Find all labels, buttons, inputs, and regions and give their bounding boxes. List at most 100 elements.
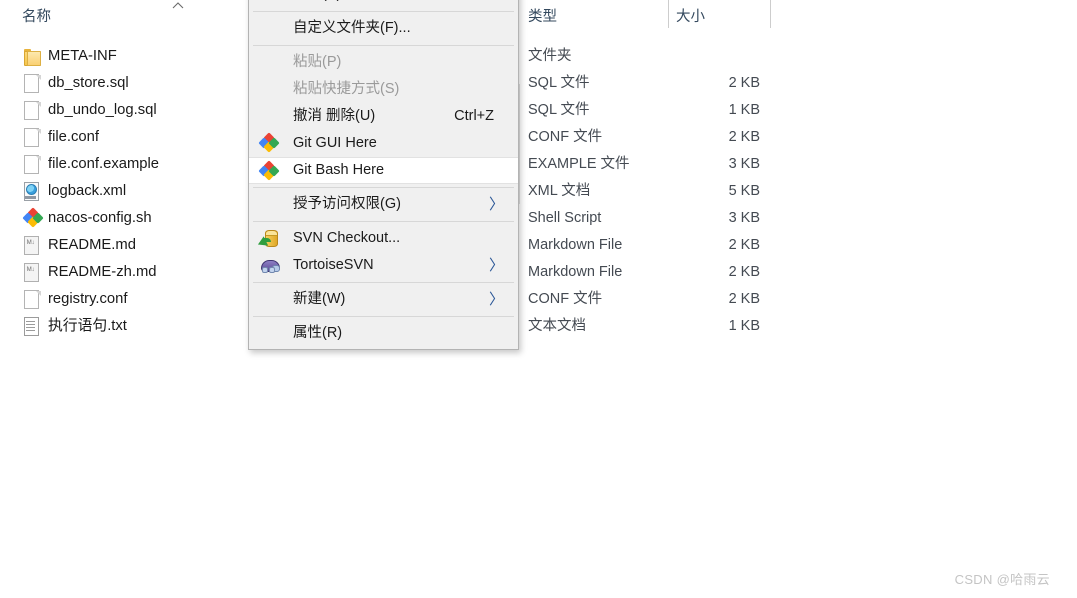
file-row[interactable]: db_undo_log.sql SQL 文件 1 KB bbox=[0, 97, 1077, 124]
sort-ascending-chevron-icon bbox=[171, 0, 185, 12]
file-type: Markdown File bbox=[528, 264, 623, 280]
file-name: file.conf.example bbox=[48, 156, 160, 172]
xml-icon bbox=[24, 182, 42, 201]
file-type: Shell Script bbox=[528, 210, 602, 226]
file-size: 2 KB bbox=[728, 237, 760, 253]
file-row[interactable]: M↓ README-zh.md Markdown File 2 KB bbox=[0, 259, 1077, 286]
file-icon bbox=[24, 74, 42, 93]
folder-icon bbox=[24, 49, 42, 68]
file-row[interactable]: 执行语句.txt 文本文档 1 KB bbox=[0, 313, 1077, 340]
file-type: Markdown File bbox=[528, 237, 623, 253]
menu-item-label: 新建(W) bbox=[293, 291, 346, 307]
file-size: 1 KB bbox=[728, 318, 760, 334]
submenu-chevron-icon: 〉 bbox=[488, 196, 504, 213]
file-size: 2 KB bbox=[728, 129, 760, 145]
file-row[interactable]: registry.conf CONF 文件 2 KB bbox=[0, 286, 1077, 313]
menu-separator bbox=[253, 282, 514, 283]
menu-separator bbox=[253, 45, 514, 46]
menu-item[interactable]: 刷新(E) bbox=[249, 0, 518, 8]
folder-context-menu[interactable]: 刷新(E) 自定义文件夹(F)... 粘贴(P) 粘贴快捷方式(S) 撤消 删除(U) C… bbox=[248, 0, 519, 350]
file-type: 文本文档 bbox=[528, 318, 586, 334]
menu-item[interactable]: Git GUI Here bbox=[249, 130, 518, 157]
file-row[interactable]: nacos-config.sh Shell Script 3 KB bbox=[0, 205, 1077, 232]
column-divider-size[interactable] bbox=[770, 0, 771, 28]
file-type: CONF 文件 bbox=[528, 291, 603, 307]
file-size: 3 KB bbox=[728, 156, 760, 172]
menu-item-label: 粘贴(P) bbox=[293, 54, 342, 70]
menu-item-label: Git GUI Here bbox=[293, 135, 377, 151]
menu-item-label: 刷新(E) bbox=[293, 0, 341, 2]
file-explorer-list-pane: 名称 类型 大小 META-INF 文件夹 db_store.sql SQL 文件 2 … bbox=[0, 0, 1077, 598]
file-row[interactable]: db_store.sql SQL 文件 2 KB bbox=[0, 70, 1077, 97]
menu-item[interactable]: 自定义文件夹(F)... bbox=[249, 15, 518, 42]
file-name: nacos-config.sh bbox=[48, 210, 152, 226]
git-icon bbox=[258, 132, 280, 153]
svn-checkout-icon bbox=[257, 229, 279, 250]
file-size: 3 KB bbox=[728, 210, 760, 226]
file-name: db_store.sql bbox=[48, 75, 129, 91]
menu-item-label: 授予访问权限(G) bbox=[293, 196, 401, 212]
menu-item: 粘贴快捷方式(S) bbox=[249, 76, 518, 103]
file-icon bbox=[24, 128, 42, 147]
file-icon bbox=[24, 101, 42, 120]
menu-separator bbox=[253, 11, 514, 12]
file-size: 2 KB bbox=[728, 291, 760, 307]
file-type: XML 文档 bbox=[528, 183, 591, 199]
file-size: 1 KB bbox=[728, 102, 760, 118]
text-icon bbox=[24, 317, 42, 336]
git-icon bbox=[258, 160, 280, 181]
file-name: META-INF bbox=[48, 48, 117, 64]
submenu-chevron-icon: 〉 bbox=[488, 257, 504, 274]
column-header-type[interactable]: 类型 bbox=[528, 5, 557, 26]
file-size: 5 KB bbox=[728, 183, 760, 199]
file-icon bbox=[24, 290, 42, 309]
file-row[interactable]: META-INF 文件夹 bbox=[0, 43, 1077, 70]
file-name: file.conf bbox=[48, 129, 99, 145]
menu-item[interactable]: SVN Checkout... bbox=[249, 225, 518, 252]
menu-item[interactable]: Git Bash Here bbox=[249, 157, 518, 184]
file-type: SQL 文件 bbox=[528, 102, 590, 118]
file-name: README-zh.md bbox=[48, 264, 157, 280]
menu-item-label: 粘贴快捷方式(S) bbox=[293, 81, 400, 97]
menu-item[interactable]: 新建(W) 〉 bbox=[249, 286, 518, 313]
file-row[interactable]: logback.xml XML 文档 5 KB bbox=[0, 178, 1077, 205]
file-row[interactable]: file.conf CONF 文件 2 KB bbox=[0, 124, 1077, 151]
file-icon bbox=[24, 155, 42, 174]
menu-item-label: 属性(R) bbox=[293, 325, 343, 341]
file-name: registry.conf bbox=[48, 291, 128, 307]
column-header-name[interactable]: 名称 bbox=[22, 5, 51, 26]
menu-item-label: TortoiseSVN bbox=[293, 257, 374, 273]
submenu-chevron-icon: 〉 bbox=[488, 291, 504, 308]
menu-item[interactable]: 授予访问权限(G) 〉 bbox=[249, 191, 518, 218]
menu-separator bbox=[253, 187, 514, 188]
file-row[interactable]: file.conf.example EXAMPLE 文件 3 KB bbox=[0, 151, 1077, 178]
file-row[interactable]: M↓ README.md Markdown File 2 KB bbox=[0, 232, 1077, 259]
menu-item-label: 自定义文件夹(F)... bbox=[293, 20, 411, 36]
menu-item[interactable]: 撤消 删除(U) Ctrl+Z bbox=[249, 103, 518, 130]
file-name: README.md bbox=[48, 237, 136, 253]
file-type: CONF 文件 bbox=[528, 129, 603, 145]
menu-item: 粘贴(P) bbox=[249, 49, 518, 76]
menu-item[interactable]: TortoiseSVN 〉 bbox=[249, 252, 518, 279]
file-type: 文件夹 bbox=[528, 48, 572, 64]
menu-separator bbox=[253, 221, 514, 222]
menu-item[interactable]: 属性(R) bbox=[249, 320, 518, 347]
csdn-watermark: CSDN @哈雨云 bbox=[954, 572, 1050, 587]
file-type: SQL 文件 bbox=[528, 75, 590, 91]
menu-item-label: SVN Checkout... bbox=[293, 230, 401, 246]
file-type: EXAMPLE 文件 bbox=[528, 156, 630, 172]
file-name: 执行语句.txt bbox=[48, 318, 127, 334]
menu-item-shortcut: Ctrl+Z bbox=[454, 108, 494, 124]
menu-separator bbox=[253, 316, 514, 317]
file-size: 2 KB bbox=[728, 75, 760, 91]
file-name: logback.xml bbox=[48, 183, 127, 199]
markdown-icon: M↓ bbox=[24, 263, 42, 282]
column-divider-type[interactable] bbox=[668, 0, 669, 28]
tortoise-icon bbox=[260, 256, 280, 275]
column-header-size[interactable]: 大小 bbox=[676, 5, 705, 26]
menu-item-label: Git Bash Here bbox=[293, 162, 385, 178]
file-size: 2 KB bbox=[728, 264, 760, 280]
git-icon bbox=[22, 207, 44, 228]
file-name: db_undo_log.sql bbox=[48, 102, 157, 118]
markdown-icon: M↓ bbox=[24, 236, 42, 255]
